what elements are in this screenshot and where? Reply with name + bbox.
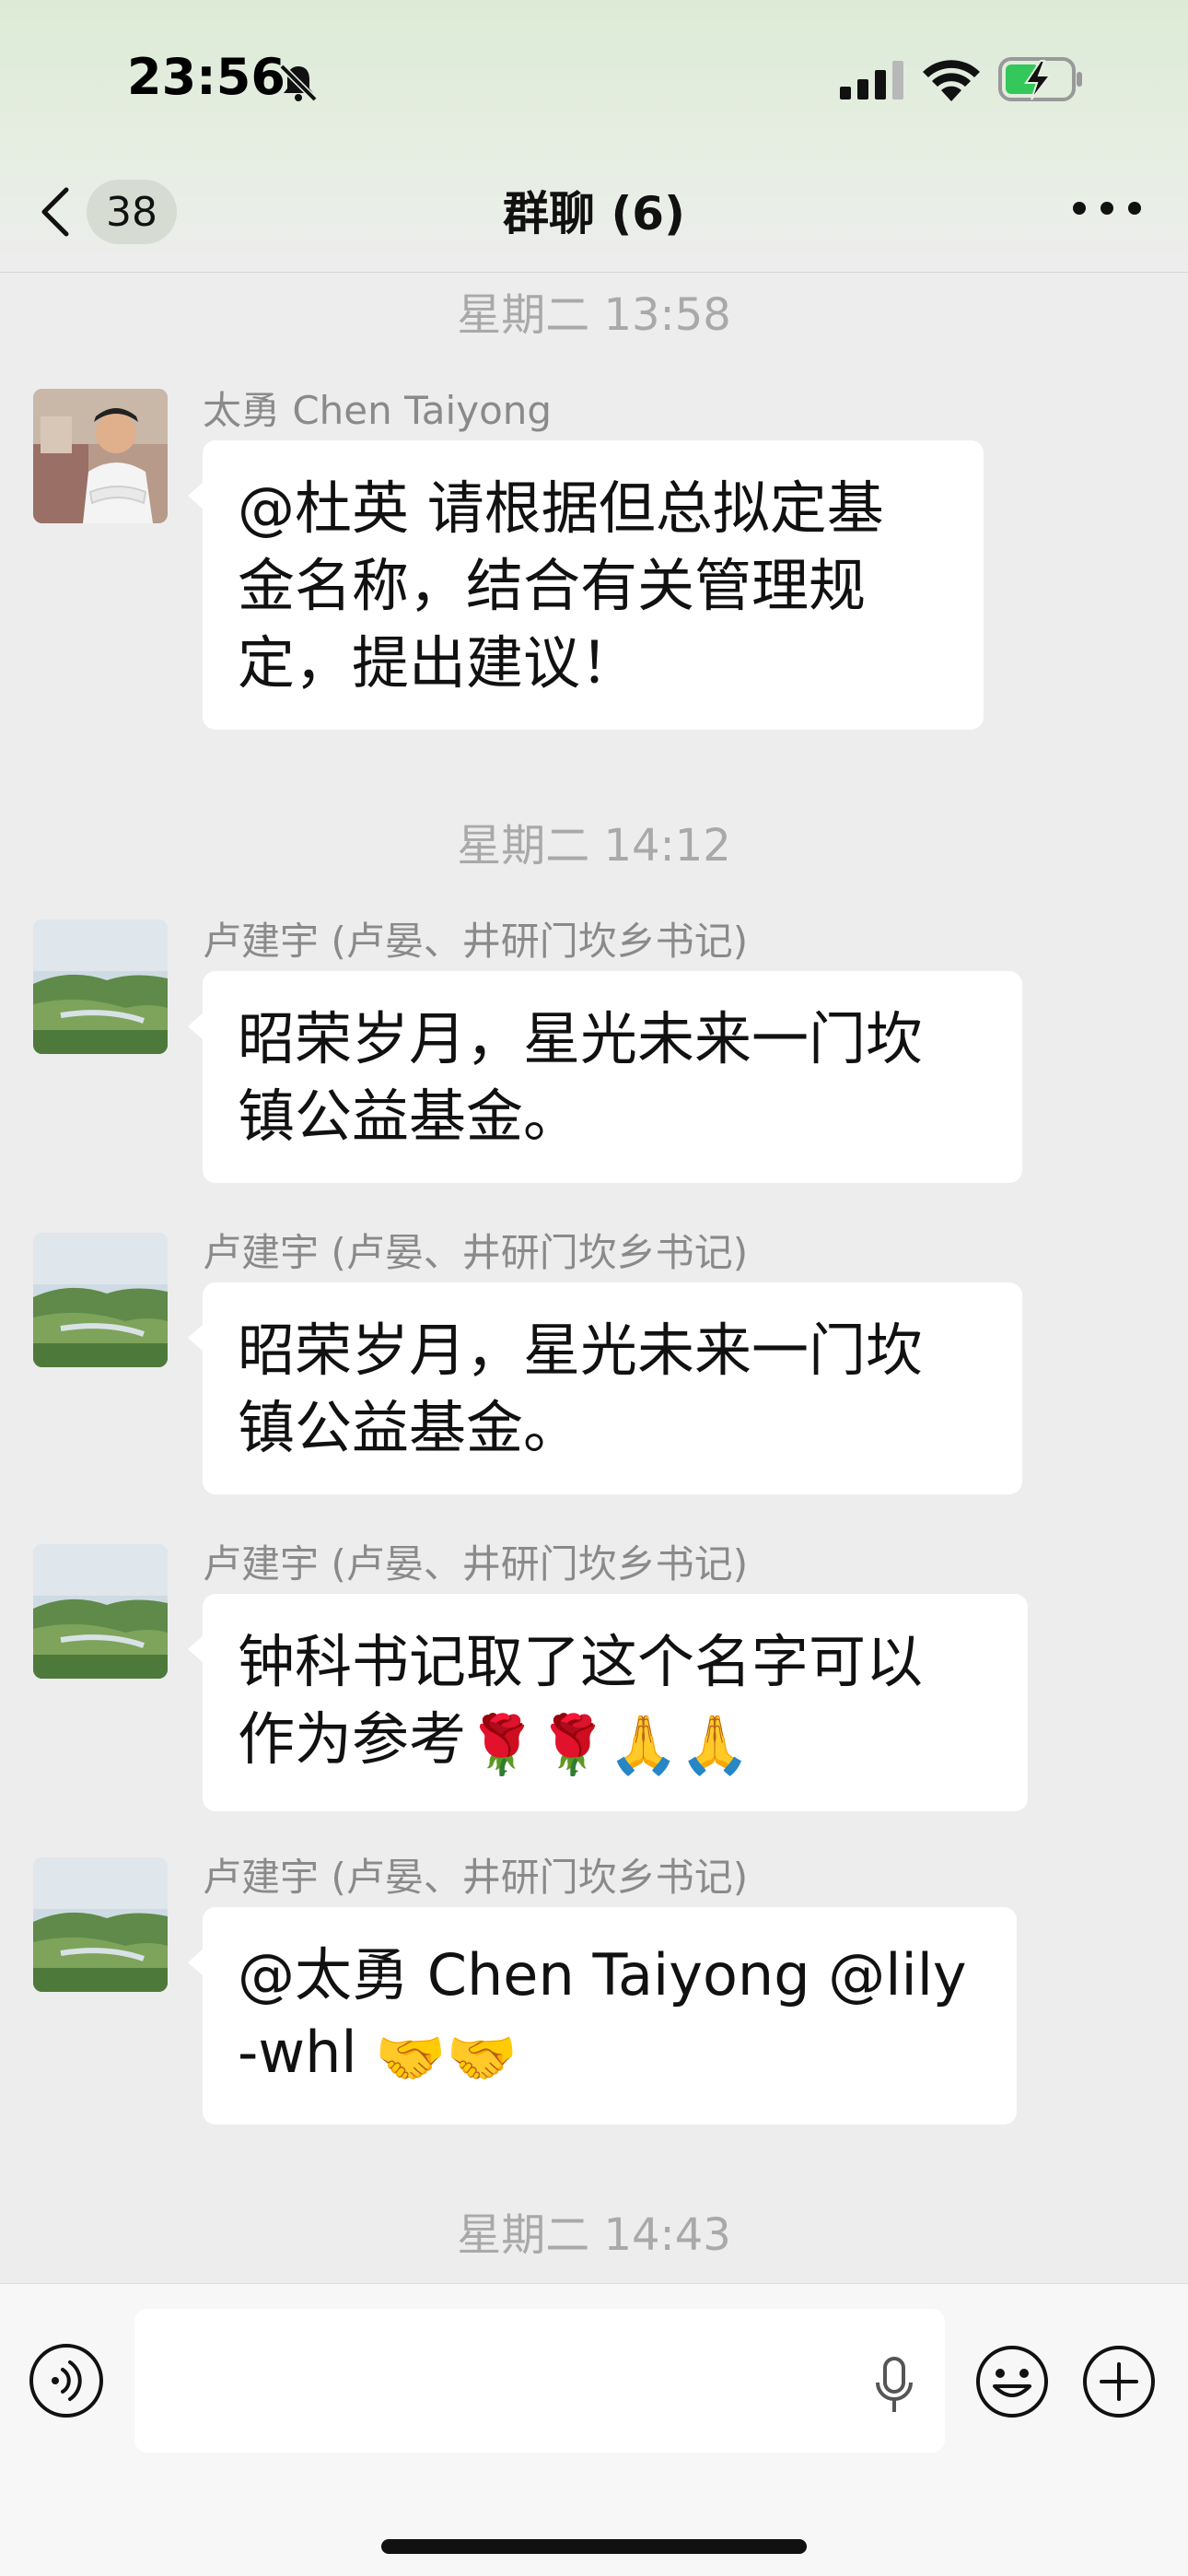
chat-screen: 23:56 38 群聊 (6) 星期二 13:58 太勇 Chen Taiyon… <box>0 0 1188 2576</box>
bell-muted-icon <box>279 64 318 102</box>
mic-icon[interactable] <box>873 2357 915 2416</box>
avatar-photo <box>33 389 168 523</box>
message-bubble[interactable]: 钟科书记取了这个名字可以 作为参考🌹🌹🙏🙏 <box>188 1594 1028 1811</box>
status-bar: 23:56 <box>0 0 1188 157</box>
folded-hands-emoji: 🙏 <box>679 1711 751 1778</box>
sender-name: 卢建宇 (卢晏、井研门坎乡书记) <box>203 1230 749 1275</box>
message-input[interactable] <box>134 2309 945 2453</box>
avatar-photo <box>33 1233 168 1367</box>
message-line: 昭荣岁月，星光未来一门坎 <box>238 1317 924 1384</box>
battery-charging-icon <box>998 57 1082 101</box>
rose-emoji: 🌹 <box>537 1711 609 1778</box>
message-line: 镇公益基金。 <box>238 1083 581 1150</box>
message-line: 金名称，结合有关管理规 <box>238 552 867 619</box>
avatar[interactable] <box>33 1857 168 1992</box>
message-line: @太勇 Chen Taiyong @lily <box>238 1941 967 2008</box>
message-bubble[interactable]: @太勇 Chen Taiyong @lily -whl 🤝🤝 <box>188 1907 1017 2125</box>
avatar-photo <box>33 1857 168 1992</box>
message-text: -whl <box>238 2019 357 2086</box>
status-time: 23:56 <box>127 48 285 106</box>
cellular-signal-icon <box>840 61 903 100</box>
message-line-with-emoji: -whl 🤝🤝 <box>238 2014 984 2097</box>
wifi-icon <box>923 60 980 101</box>
message-bubble[interactable]: 昭荣岁月，星光未来一门坎 镇公益基金。 <box>188 971 1022 1183</box>
sender-name: 卢建宇 (卢晏、井研门坎乡书记) <box>203 919 749 964</box>
message-line: 钟科书记取了这个名字可以 <box>238 1628 924 1695</box>
timestamp: 星期二 14:12 <box>457 820 731 872</box>
message-line: 定，提出建议！ <box>238 629 638 697</box>
unread-count-badge: 38 <box>87 180 177 244</box>
message-line-with-emoji: 作为参考🌹🌹🙏🙏 <box>238 1701 995 1784</box>
chat-title: 群聊 (6) <box>503 187 685 240</box>
back-button[interactable]: 38 <box>37 175 184 249</box>
handshake-emoji: 🤝 <box>446 2024 518 2091</box>
plus-icon[interactable] <box>1081 2344 1157 2419</box>
sender-name: 卢建宇 (卢晏、井研门坎乡书记) <box>203 1855 749 1900</box>
rose-emoji: 🌹 <box>466 1711 538 1778</box>
emoji-icon[interactable] <box>974 2344 1050 2419</box>
timestamp: 星期二 13:58 <box>457 289 731 341</box>
message-bubble[interactable]: @杜英 请根据但总拟定基 金名称，结合有关管理规 定，提出建议！ <box>188 440 984 730</box>
message-line: 昭荣岁月，星光未来一门坎 <box>238 1005 924 1072</box>
avatar[interactable] <box>33 1233 168 1367</box>
sender-name: 太勇 Chen Taiyong <box>203 388 553 433</box>
voice-icon[interactable] <box>28 2342 105 2419</box>
timestamp: 星期二 14:43 <box>457 2209 731 2261</box>
message-bubble[interactable]: 昭荣岁月，星光未来一门坎 镇公益基金。 <box>188 1282 1022 1494</box>
avatar[interactable] <box>33 1544 168 1679</box>
message-text: 作为参考 <box>238 1705 467 1773</box>
home-indicator <box>381 2539 807 2554</box>
avatar[interactable] <box>33 919 168 1054</box>
message-line: 镇公益基金。 <box>238 1394 581 1461</box>
folded-hands-emoji: 🙏 <box>608 1711 680 1778</box>
chevron-left-icon <box>41 187 69 237</box>
message-line: @杜英 请根据但总拟定基 <box>238 474 884 542</box>
avatar[interactable] <box>33 389 168 523</box>
handshake-emoji: 🤝 <box>375 2024 447 2091</box>
avatar-photo <box>33 919 168 1054</box>
avatar-photo <box>33 1544 168 1679</box>
sender-name: 卢建宇 (卢晏、井研门坎乡书记) <box>203 1541 749 1587</box>
more-dots-icon[interactable] <box>1068 190 1146 227</box>
